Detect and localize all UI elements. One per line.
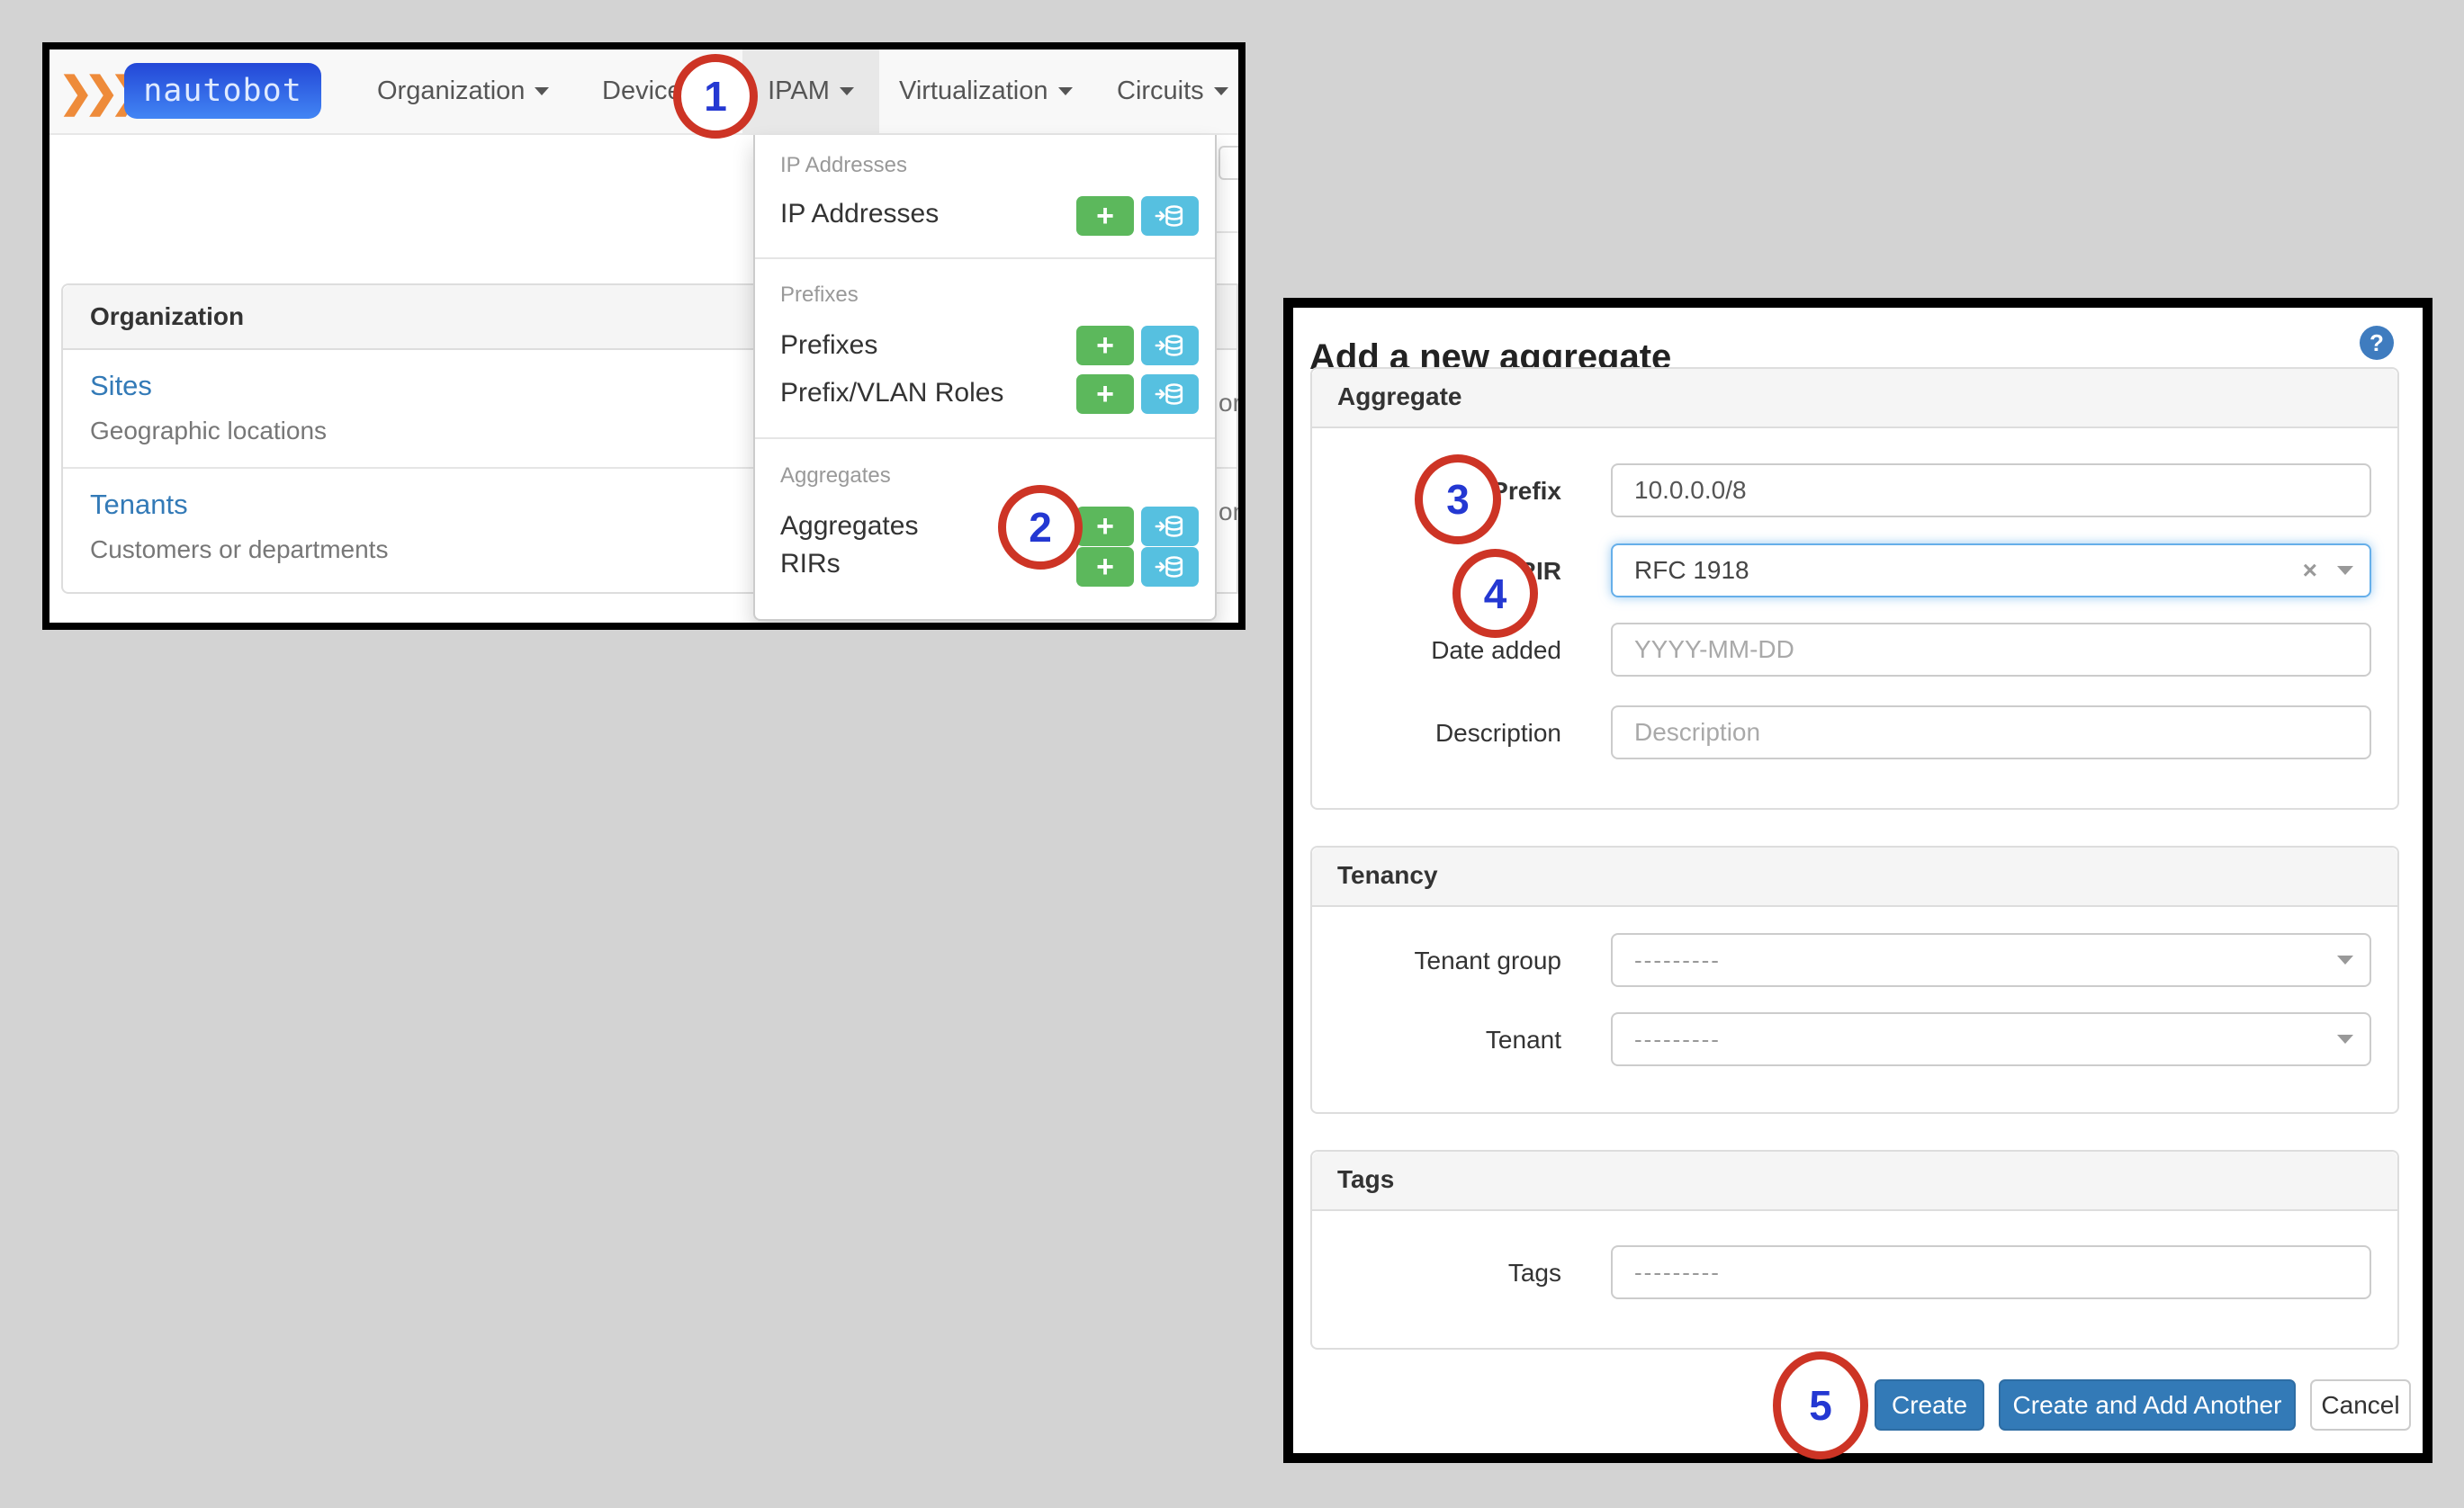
add-rir-button[interactable]: + xyxy=(1076,547,1134,587)
tags-row: Tags --------- xyxy=(1312,1245,2397,1299)
menu-section-aggregates: Aggregates xyxy=(780,463,891,488)
nav-ipam[interactable]: IPAM xyxy=(742,49,879,133)
tenant-group-select[interactable]: --------- xyxy=(1611,933,2371,987)
import-ip-addresses-button[interactable] xyxy=(1141,196,1199,236)
database-import-icon xyxy=(1155,556,1183,578)
date-added-label: Date added xyxy=(1431,636,1561,664)
menu-section-ip-addresses: IP Addresses xyxy=(780,153,907,177)
create-button[interactable]: Create xyxy=(1875,1379,1984,1431)
nav-organization[interactable]: Organization xyxy=(377,49,550,133)
add-ip-address-button[interactable]: + xyxy=(1076,196,1134,236)
clear-selection-icon[interactable]: × xyxy=(2303,556,2317,585)
tags-placeholder: --------- xyxy=(1634,1258,1721,1286)
tenant-select[interactable]: --------- xyxy=(1611,1012,2371,1066)
description-input[interactable] xyxy=(1611,705,2371,759)
chevron-down-icon xyxy=(839,87,854,95)
clipped-row-line xyxy=(1215,231,1238,233)
chevron-down-icon[interactable] xyxy=(2337,956,2353,965)
step-number: 4 xyxy=(1483,570,1507,617)
step-1-annotation: 1 xyxy=(673,54,758,139)
database-import-icon xyxy=(1155,335,1183,356)
tenancy-panel-header: Tenancy xyxy=(1312,848,2397,907)
help-icon[interactable]: ? xyxy=(2360,326,2394,360)
nautobot-logo[interactable]: nautobot xyxy=(124,63,321,119)
nav-organization-label: Organization xyxy=(377,76,526,105)
prefix-input[interactable] xyxy=(1611,463,2371,517)
menu-item-prefix-vlan-roles[interactable]: Prefix/VLAN Roles xyxy=(780,378,1003,408)
clipped-text-fragment: or xyxy=(1219,389,1241,417)
rir-selected-value: RFC 1918 xyxy=(1634,556,1749,584)
divider xyxy=(755,257,1215,259)
menu-item-rirs[interactable]: RIRs xyxy=(780,549,841,579)
step-4-annotation: 4 xyxy=(1452,549,1538,638)
step-number: 5 xyxy=(1809,1382,1832,1429)
ipam-dropdown-menu: IP Addresses IP Addresses + Prefixes Pre… xyxy=(753,135,1217,621)
clipped-search-box-fragment xyxy=(1219,146,1238,180)
nav-circuits[interactable]: Circuits xyxy=(1117,49,1228,133)
import-rirs-button[interactable] xyxy=(1141,547,1199,587)
tenant-label: Tenant xyxy=(1485,1026,1561,1054)
clipped-text-fragment: on xyxy=(1219,498,1245,525)
add-prefix-button[interactable]: + xyxy=(1076,326,1134,365)
step-3-annotation: 3 xyxy=(1415,454,1501,544)
tenancy-panel: Tenancy Tenant group --------- Tenant --… xyxy=(1310,846,2399,1114)
tags-label: Tags xyxy=(1507,1259,1561,1287)
step-number: 1 xyxy=(704,73,727,120)
step-number: 3 xyxy=(1446,476,1470,523)
step-number: 2 xyxy=(1029,504,1052,551)
step-5-annotation: 5 xyxy=(1773,1351,1868,1459)
tenant-group-label: Tenant group xyxy=(1414,947,1561,974)
date-added-input[interactable] xyxy=(1611,623,2371,677)
chevron-down-icon xyxy=(535,87,550,95)
import-prefix-vlan-roles-button[interactable] xyxy=(1141,374,1199,414)
chevron-down-icon[interactable] xyxy=(2337,1035,2353,1044)
chevron-down-icon xyxy=(1057,87,1073,95)
divider xyxy=(755,437,1215,439)
tenant-row: Tenant --------- xyxy=(1312,1012,2397,1066)
nav-circuits-label: Circuits xyxy=(1117,76,1204,105)
chevron-down-icon[interactable] xyxy=(2337,566,2353,575)
rir-select[interactable]: RFC 1918 × xyxy=(1611,543,2371,597)
nav-ipam-label: IPAM xyxy=(768,76,830,105)
cancel-button[interactable]: Cancel xyxy=(2310,1379,2411,1431)
import-aggregates-button[interactable] xyxy=(1141,507,1199,546)
description-row: Description xyxy=(1312,705,2397,759)
chevron-down-icon xyxy=(1213,87,1228,95)
database-import-icon xyxy=(1155,383,1183,405)
step-2-annotation: 2 xyxy=(998,485,1083,570)
tags-select[interactable]: --------- xyxy=(1611,1245,2371,1299)
create-and-add-another-button[interactable]: Create and Add Another xyxy=(1999,1379,2296,1431)
tenant-group-placeholder: --------- xyxy=(1634,946,1721,974)
sites-link[interactable]: Sites xyxy=(90,370,152,402)
menu-item-prefixes[interactable]: Prefixes xyxy=(780,330,877,361)
tenants-link[interactable]: Tenants xyxy=(90,489,188,521)
nav-virtualization-label: Virtualization xyxy=(899,76,1048,105)
menu-item-aggregates[interactable]: Aggregates xyxy=(780,511,918,542)
import-prefixes-button[interactable] xyxy=(1141,326,1199,365)
description-label: Description xyxy=(1434,719,1561,747)
tags-panel-header: Tags xyxy=(1312,1152,2397,1211)
tenant-placeholder: --------- xyxy=(1634,1025,1721,1053)
menu-section-prefixes: Prefixes xyxy=(780,283,859,307)
database-import-icon xyxy=(1155,205,1183,227)
add-aggregate-button[interactable]: + xyxy=(1076,507,1134,546)
aggregate-panel-header: Aggregate xyxy=(1312,369,2397,428)
navbar: ❯❯❯ nautobot Organization Devices IPAM V… xyxy=(49,49,1238,135)
menu-item-ip-addresses[interactable]: IP Addresses xyxy=(780,199,939,229)
nav-virtualization[interactable]: Virtualization xyxy=(899,49,1073,133)
tags-panel: Tags Tags --------- xyxy=(1310,1150,2399,1350)
tenant-group-row: Tenant group --------- xyxy=(1312,933,2397,987)
database-import-icon xyxy=(1155,516,1183,537)
add-prefix-vlan-role-button[interactable]: + xyxy=(1076,374,1134,414)
tutorial-screenshot: ❯❯❯ nautobot Organization Devices IPAM V… xyxy=(0,0,2464,1508)
